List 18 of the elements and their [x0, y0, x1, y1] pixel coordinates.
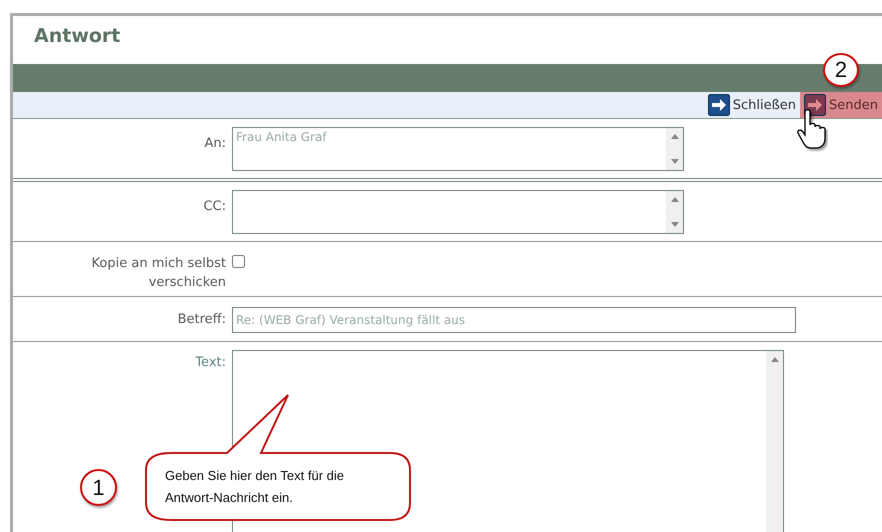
- close-button[interactable]: Schließen: [704, 92, 800, 118]
- field-label: Kopie an mich selbst verschicken: [90, 255, 227, 292]
- scrollbar[interactable]: [666, 191, 683, 234]
- text-field[interactable]: Re: (WEB Graf) Veranstaltung fällt aus: [232, 306, 796, 333]
- scrollbar[interactable]: [666, 128, 683, 170]
- text-area[interactable]: [232, 190, 684, 234]
- window-title: Antwort: [34, 25, 120, 48]
- field-label: Betreff:: [176, 310, 227, 329]
- send-button[interactable]: Senden: [800, 92, 882, 118]
- checkbox[interactable]: [232, 255, 245, 268]
- step-badge: 2: [823, 53, 859, 87]
- callout-text: Geben Sie hier den Text für die Antwort-Nachricht ein.: [165, 467, 345, 507]
- scrollbar[interactable]: [766, 351, 783, 532]
- field-label: An:: [203, 135, 227, 154]
- field-label: CC:: [202, 198, 227, 216]
- field-label: Text:: [194, 354, 227, 372]
- step-badge: 1: [80, 469, 117, 506]
- text-area[interactable]: Frau Anita Graf: [232, 127, 684, 172]
